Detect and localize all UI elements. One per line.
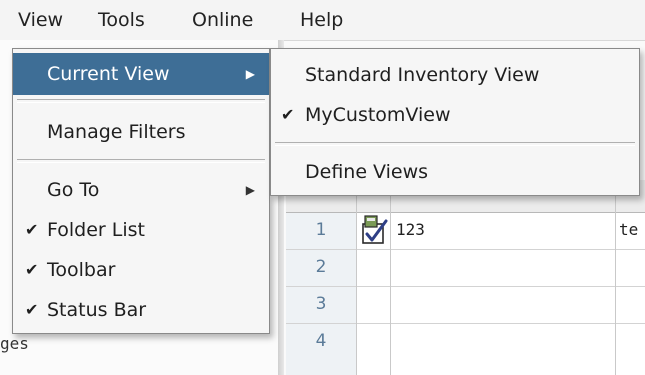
grid-column-divider bbox=[390, 180, 391, 375]
current-view-submenu: Standard Inventory View ✔ MyCustomView D… bbox=[270, 48, 640, 196]
menu-bar: View Tools Online Help bbox=[0, 0, 645, 41]
menu-item-label: Standard Inventory View bbox=[305, 64, 540, 86]
menu-item-label: Toolbar bbox=[47, 259, 116, 281]
submenu-arrow-icon: ▶ bbox=[245, 183, 255, 197]
row-number-4[interactable]: 4 bbox=[286, 323, 356, 360]
row-number-3[interactable]: 3 bbox=[286, 286, 356, 323]
menu-item-manage-filters[interactable]: Manage Filters bbox=[13, 111, 269, 153]
menu-item-go-to[interactable]: Go To ▶ bbox=[13, 169, 269, 211]
menu-item-label: Status Bar bbox=[47, 299, 147, 321]
menu-online[interactable]: Online bbox=[186, 0, 278, 40]
submenu-arrow-icon: ▶ bbox=[245, 67, 255, 81]
menu-item-label: Go To bbox=[47, 179, 100, 201]
menu-item-status-bar[interactable]: ✔ Status Bar bbox=[13, 289, 269, 331]
menu-item-label: Define Views bbox=[305, 161, 429, 183]
submenu-item-define-views[interactable]: Define Views bbox=[271, 152, 639, 192]
application-window: View Tools Online Help ges 1 2 3 4 123 t… bbox=[0, 0, 645, 375]
row-number-2[interactable]: 2 bbox=[286, 249, 356, 286]
checkmark-icon: ✔ bbox=[25, 220, 39, 239]
menu-view[interactable]: View bbox=[12, 0, 90, 40]
checked-item-icon[interactable] bbox=[360, 215, 390, 245]
menu-item-current-view[interactable]: Current View ▶ bbox=[13, 53, 269, 95]
menu-item-label: Current View bbox=[47, 63, 170, 85]
menu-item-label: Manage Filters bbox=[47, 121, 186, 143]
view-dropdown-menu: Current View ▶ Manage Filters Go To ▶ ✔ … bbox=[12, 48, 270, 334]
grid-column-divider bbox=[356, 180, 357, 375]
menu-separator bbox=[17, 159, 265, 163]
menu-separator bbox=[275, 142, 635, 146]
checkmark-icon: ✔ bbox=[25, 260, 39, 279]
menu-item-label: Folder List bbox=[47, 219, 145, 241]
checkmark-icon: ✔ bbox=[281, 105, 295, 124]
submenu-item-mycustomview[interactable]: ✔ MyCustomView bbox=[271, 95, 639, 135]
menu-item-label: MyCustomView bbox=[305, 104, 451, 126]
grid-column-divider bbox=[615, 180, 616, 375]
row-number-1[interactable]: 1 bbox=[286, 212, 356, 249]
grid-cell[interactable]: te bbox=[619, 220, 645, 240]
menu-item-folder-list[interactable]: ✔ Folder List bbox=[13, 209, 269, 251]
folder-panel-partial-text: ges bbox=[0, 334, 29, 353]
menu-tools[interactable]: Tools bbox=[92, 0, 182, 40]
menu-separator bbox=[17, 99, 265, 103]
submenu-item-standard-inventory-view[interactable]: Standard Inventory View bbox=[271, 55, 639, 95]
menu-help[interactable]: Help bbox=[294, 0, 364, 40]
checkmark-icon: ✔ bbox=[25, 300, 39, 319]
grid-cell[interactable]: 123 bbox=[396, 220, 425, 240]
menu-item-toolbar[interactable]: ✔ Toolbar bbox=[13, 249, 269, 291]
